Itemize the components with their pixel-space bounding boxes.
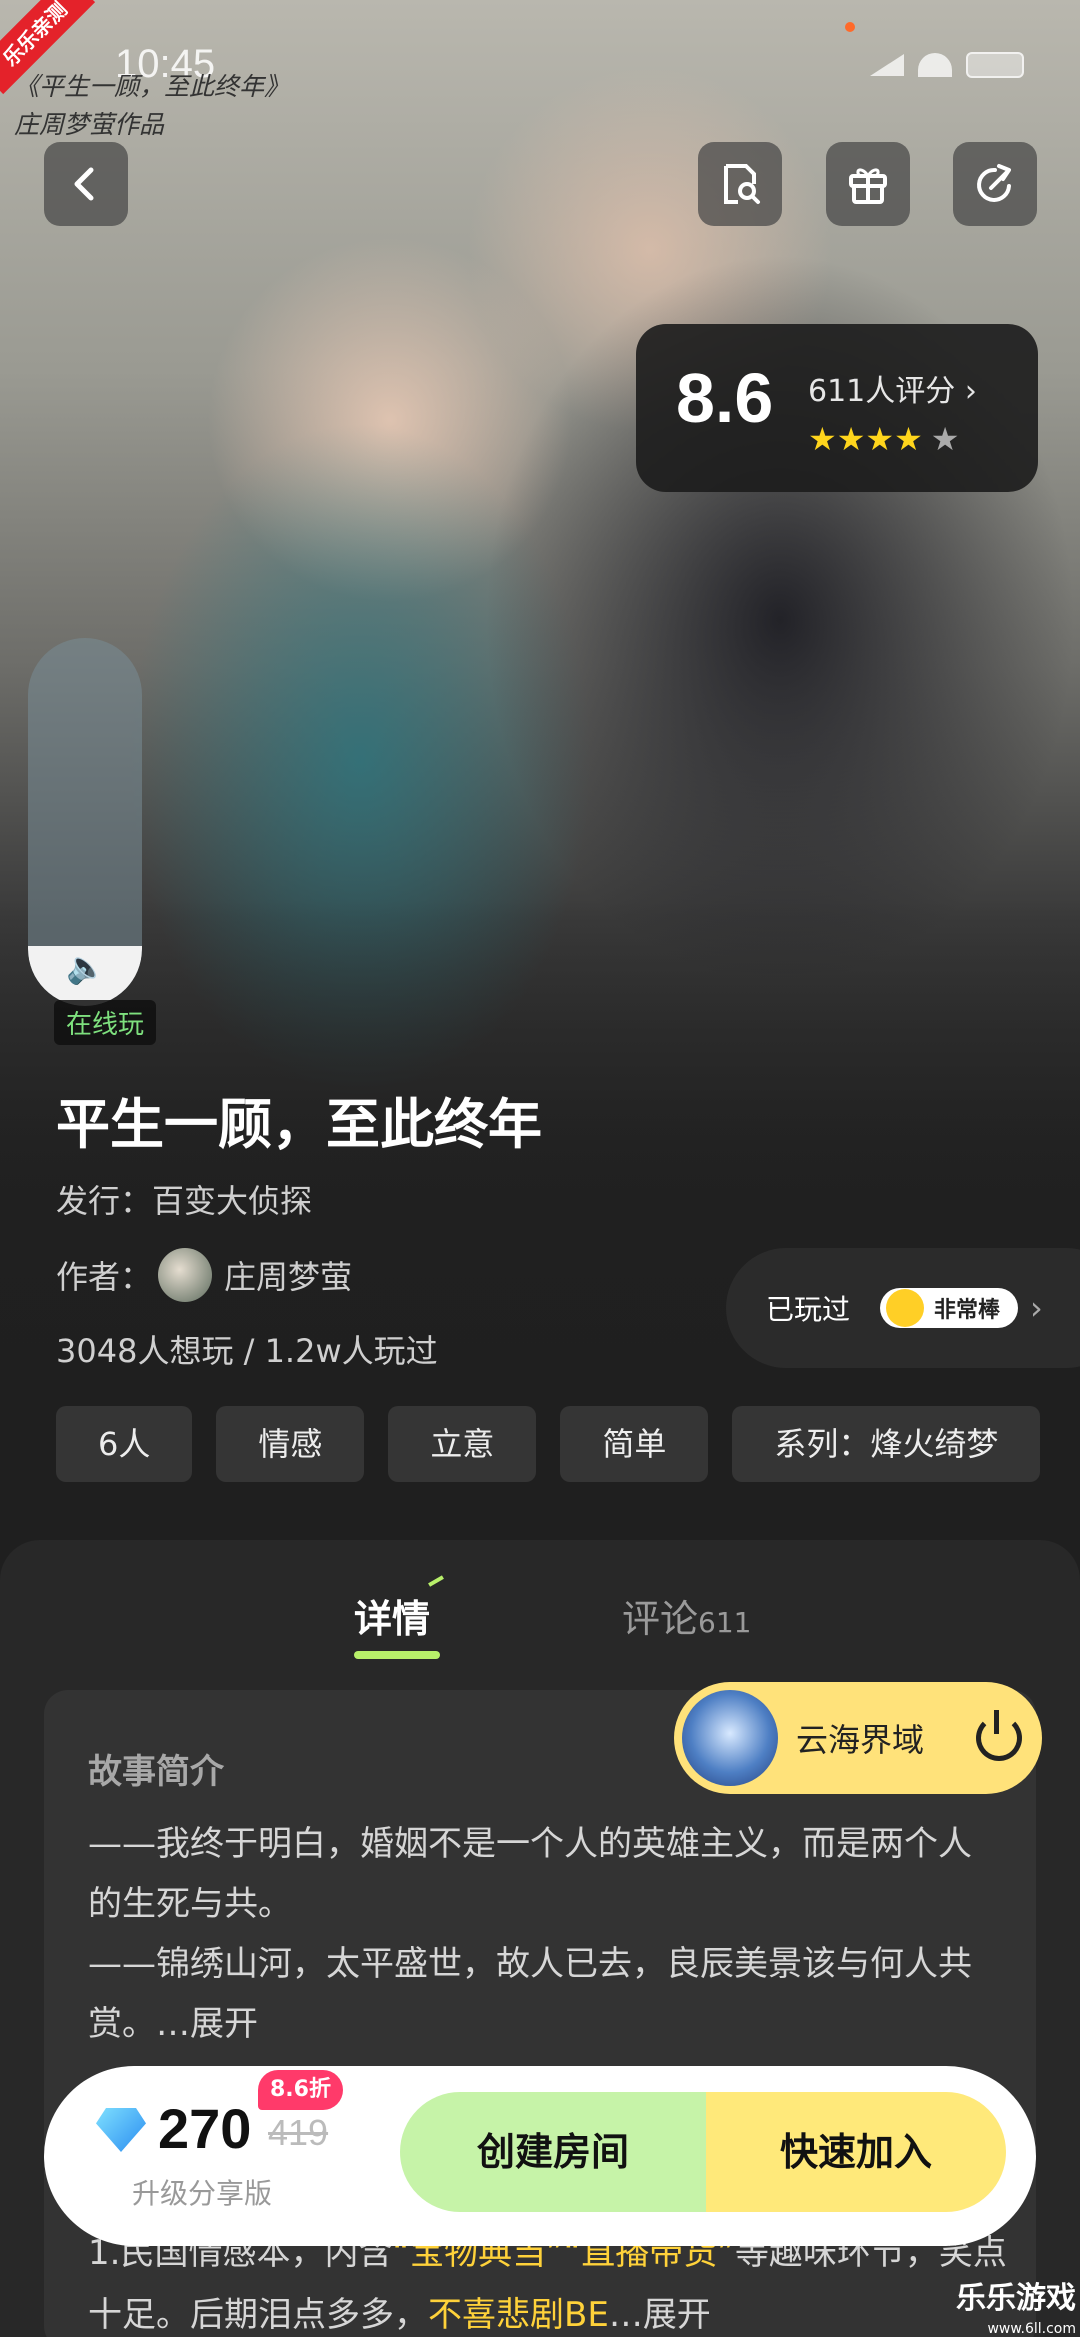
tab-comment-label: 评论 <box>622 1597 699 1641</box>
back-button[interactable] <box>44 142 128 226</box>
discount-badge: 8.6折 <box>258 2070 343 2110</box>
gift-icon <box>849 168 887 204</box>
expand-link[interactable]: 展开 <box>190 2004 258 2044</box>
author-label: 作者： <box>56 1258 153 1296</box>
status-icons <box>870 52 1024 78</box>
search-doc-button[interactable] <box>698 142 782 226</box>
cover-caption-title: 《平生一顾，至此终年》 <box>14 72 290 101</box>
tag-item[interactable]: 6人 <box>56 1406 193 1482</box>
online-play-tag: 在线玩 <box>54 1000 157 1045</box>
share-button[interactable] <box>953 142 1037 226</box>
author-name: 庄周梦萤 <box>224 1258 353 1296</box>
played-label: 已玩过 <box>766 1293 851 1326</box>
search-document-icon <box>724 164 760 204</box>
half-star-icon: ★ <box>930 420 960 458</box>
rating-score: 8.6 <box>676 359 774 437</box>
game-title: 平生一顾，至此终年 <box>56 1093 542 1156</box>
author-avatar <box>158 1248 213 1302</box>
signal-icon <box>870 54 904 76</box>
author-row[interactable]: 作者： 庄周梦萤 <box>56 1248 352 1302</box>
publisher: 发行：百变大侦探 <box>56 1182 313 1220</box>
quick-join-button[interactable]: 快速加入 <box>706 2092 1006 2212</box>
rating-stars: ★★★★ ★ <box>808 420 959 458</box>
feature-highlight: 不喜悲剧BE <box>428 2295 609 2335</box>
story-intro: ——我终于明白，婚姻不是一个人的英雄主义，而是两个人的生死与共。 ——锦绣山河，… <box>88 1814 998 2054</box>
watermark-url: www.6ll.com <box>987 2321 1076 2337</box>
tab-comment-count: 611 <box>698 1606 752 1639</box>
story-line: ——我终于明白，婚姻不是一个人的英雄主义，而是两个人的生死与共。 <box>88 1824 972 1924</box>
rating-badge: 非常棒 <box>880 1288 1019 1328</box>
create-room-button[interactable]: 创建房间 <box>400 2092 706 2212</box>
speaker-icon: 🔈 <box>66 948 106 986</box>
star-icons: ★★★★ <box>808 420 923 458</box>
watermark: 乐乐游戏 www.6ll.com <box>956 2284 1076 2337</box>
battery-icon <box>966 52 1024 78</box>
power-icon[interactable] <box>976 1710 1023 1761</box>
rating-badge-label: 非常棒 <box>934 1298 1001 1323</box>
feature-expand-link[interactable]: …展开 <box>609 2295 711 2335</box>
play-stats: 3048人想玩 / 1.2w人玩过 <box>56 1332 438 1370</box>
tag-item[interactable]: 系列：烽火绮梦 <box>732 1406 1041 1482</box>
cover-caption: 《平生一顾，至此终年》 庄周梦萤作品 <box>14 68 289 144</box>
played-rating-button[interactable]: 已玩过 非常棒 › <box>726 1248 1080 1368</box>
wifi-icon <box>918 53 952 77</box>
chevron-right-icon: › <box>1030 1289 1043 1327</box>
cover-caption-author: 庄周梦萤作品 <box>14 110 165 139</box>
price: 270 <box>158 2097 252 2160</box>
tag-item[interactable]: 立意 <box>388 1406 537 1482</box>
watermark-brand: 乐乐游戏 <box>956 2281 1076 2316</box>
smile-face-icon <box>886 1289 925 1327</box>
tab-comment[interactable]: 评论611 <box>622 1588 751 1643</box>
server-pill[interactable]: 云海界域 <box>674 1682 1042 1794</box>
share-icon <box>977 164 1011 202</box>
tag-list: 6人 情感 立意 简单 系列：烽火绮梦 <box>56 1406 1041 1482</box>
tab-detail[interactable]: 详情 <box>354 1575 452 1659</box>
tag-item[interactable]: 简单 <box>560 1406 709 1482</box>
chevron-left-icon <box>74 167 94 201</box>
tab-detail-label: 详情 <box>354 1597 431 1641</box>
chevron-right-icon: › <box>964 374 977 409</box>
volume-slider[interactable]: 🔈 <box>28 638 142 1006</box>
server-avatar <box>682 1690 778 1786</box>
gift-button[interactable] <box>826 142 910 226</box>
rating-count-label: 611人评分 <box>808 374 956 409</box>
original-price: 419 <box>268 2112 329 2153</box>
rating-count: 611人评分 › <box>808 366 977 410</box>
story-line: ——锦绣山河，太平盛世，故人已去，良辰美景该与何人共赏。…展开 <box>88 1934 998 2054</box>
notification-dot <box>845 22 855 32</box>
rating-card[interactable]: 8.6 611人评分 › ★★★★ ★ <box>636 324 1038 492</box>
server-name: 云海界域 <box>796 1721 925 1759</box>
tag-item[interactable]: 情感 <box>216 1406 365 1482</box>
edition-label[interactable]: 升级分享版 <box>132 2172 272 2212</box>
active-tab-underline <box>354 1651 440 1659</box>
story-title: 故事简介 <box>88 1752 224 1792</box>
